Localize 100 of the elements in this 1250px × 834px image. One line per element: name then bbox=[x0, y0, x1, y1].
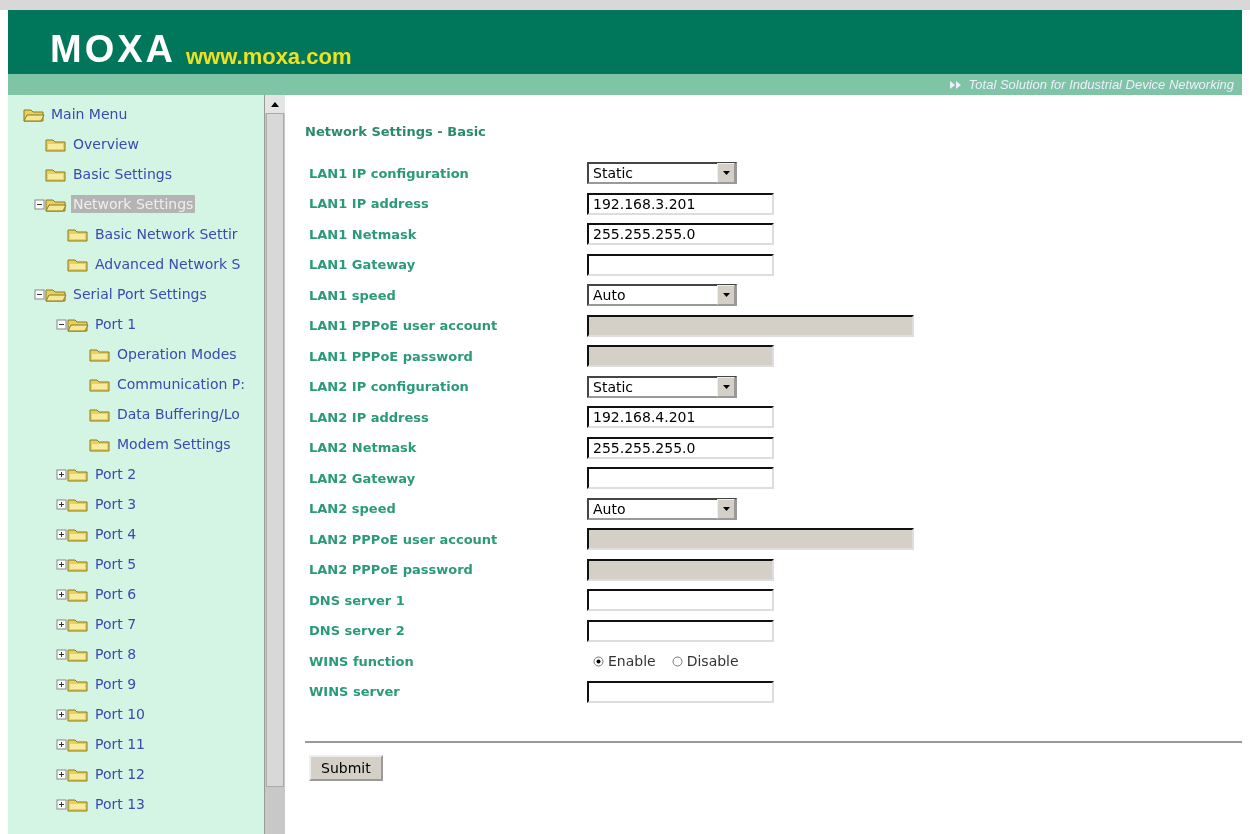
tree-item[interactable]: Main Menu bbox=[49, 105, 130, 123]
expand-icon[interactable] bbox=[56, 648, 67, 660]
open-folder-icon bbox=[67, 316, 89, 332]
dropdown[interactable]: Static bbox=[587, 162, 737, 185]
expand-icon[interactable] bbox=[56, 618, 67, 630]
folder-icon bbox=[67, 736, 89, 752]
tree-item[interactable]: Serial Port Settings bbox=[71, 285, 209, 303]
input-field[interactable]: 255.255.255.0 bbox=[587, 223, 774, 246]
field-label: LAN2 Netmask bbox=[308, 440, 418, 456]
tree-item[interactable]: Port 2 bbox=[93, 465, 139, 483]
expand-icon[interactable] bbox=[56, 738, 67, 750]
input-field[interactable] bbox=[587, 619, 774, 642]
tree-item[interactable]: Port 12 bbox=[93, 765, 148, 783]
scrollbar[interactable] bbox=[264, 95, 285, 834]
expand-icon[interactable] bbox=[56, 708, 67, 720]
dropdown-arrow-icon[interactable] bbox=[722, 293, 730, 298]
folder-icon bbox=[67, 676, 89, 692]
field-label: LAN1 IP address bbox=[308, 196, 430, 212]
tree-item[interactable]: Port 11 bbox=[93, 735, 148, 753]
folder-icon bbox=[67, 466, 89, 482]
folder-icon bbox=[67, 256, 89, 272]
tree-item[interactable]: Basic Settings bbox=[71, 165, 174, 183]
field-label: LAN2 IP configuration bbox=[308, 379, 470, 395]
open-folder-icon bbox=[45, 286, 67, 302]
input-field[interactable]: 255.255.255.0 bbox=[587, 436, 774, 459]
website-link[interactable]: www.moxa.com bbox=[186, 46, 352, 68]
input-field[interactable] bbox=[587, 253, 774, 276]
folder-icon bbox=[67, 796, 89, 812]
folder-icon bbox=[45, 136, 67, 152]
tree-item[interactable]: Communication P: bbox=[115, 375, 247, 393]
field-label: LAN1 IP configuration bbox=[308, 165, 470, 181]
field-label: LAN2 PPPoE user account bbox=[308, 531, 499, 547]
field-label: DNS server 2 bbox=[308, 623, 406, 639]
folder-icon bbox=[67, 646, 89, 662]
tree-item[interactable]: Port 7 bbox=[93, 615, 139, 633]
field-label: LAN1 Gateway bbox=[308, 257, 417, 273]
field-label: LAN1 speed bbox=[308, 287, 397, 303]
dropdown[interactable]: Auto bbox=[587, 497, 737, 520]
expand-icon[interactable] bbox=[56, 528, 67, 540]
dropdown-arrow-icon[interactable] bbox=[722, 384, 730, 389]
input-field[interactable]: 192.168.4.201 bbox=[587, 406, 774, 429]
tree-item[interactable]: Port 5 bbox=[93, 555, 139, 573]
tree-item[interactable]: Port 13 bbox=[93, 795, 148, 813]
dropdown[interactable]: Auto bbox=[587, 284, 737, 307]
expand-icon[interactable] bbox=[56, 588, 67, 600]
expand-icon[interactable] bbox=[56, 798, 67, 810]
collapse-icon[interactable] bbox=[56, 318, 67, 330]
folder-icon bbox=[89, 346, 111, 362]
dropdown-arrow-icon[interactable] bbox=[722, 171, 730, 176]
folder-icon bbox=[67, 706, 89, 722]
collapse-icon[interactable] bbox=[34, 288, 45, 300]
tree-item[interactable]: Port 9 bbox=[93, 675, 139, 693]
tree-item[interactable]: Port 1 bbox=[93, 315, 139, 333]
collapse-icon[interactable] bbox=[34, 198, 45, 210]
dropdown[interactable]: Static bbox=[587, 375, 737, 398]
input-field[interactable]: 192.168.3.201 bbox=[587, 192, 774, 215]
field-label: LAN2 Gateway bbox=[308, 470, 417, 486]
folder-icon bbox=[67, 586, 89, 602]
tree-item[interactable]: Port 3 bbox=[93, 495, 139, 513]
logo: MOXA bbox=[50, 30, 176, 68]
field-label: LAN2 PPPoE password bbox=[308, 562, 474, 578]
expand-icon[interactable] bbox=[56, 768, 67, 780]
field-label: WINS function bbox=[308, 653, 415, 669]
tree-item[interactable]: Basic Network Settir bbox=[93, 225, 240, 243]
expand-icon[interactable] bbox=[56, 498, 67, 510]
radio-option[interactable]: Enable bbox=[593, 653, 656, 670]
field-label: WINS server bbox=[308, 684, 401, 700]
tree-item[interactable]: Modem Settings bbox=[115, 435, 233, 453]
field-label: LAN1 PPPoE user account bbox=[308, 318, 499, 334]
submit-button[interactable]: Submit bbox=[309, 755, 383, 781]
radio-button[interactable] bbox=[593, 655, 604, 667]
expand-icon[interactable] bbox=[56, 558, 67, 570]
folder-icon bbox=[45, 166, 67, 182]
tree-item[interactable]: Port 10 bbox=[93, 705, 148, 723]
folder-icon bbox=[89, 436, 111, 452]
folder-icon bbox=[89, 406, 111, 422]
input-field[interactable] bbox=[587, 467, 774, 490]
field-label: LAN2 IP address bbox=[308, 409, 430, 425]
radio-option[interactable]: Disable bbox=[671, 653, 739, 670]
folder-icon bbox=[67, 766, 89, 782]
field-label: LAN1 PPPoE password bbox=[308, 348, 474, 364]
expand-icon[interactable] bbox=[56, 468, 67, 480]
tree-item[interactable]: Overview bbox=[71, 135, 141, 153]
dropdown-arrow-icon[interactable] bbox=[722, 506, 730, 511]
up-arrow-icon[interactable] bbox=[271, 101, 279, 107]
tree-item[interactable]: Advanced Network S bbox=[93, 255, 243, 273]
input-field[interactable] bbox=[587, 589, 774, 612]
folder-icon bbox=[67, 616, 89, 632]
page-title: Network Settings - Basic bbox=[305, 123, 487, 141]
tree-item[interactable]: Operation Modes bbox=[115, 345, 239, 363]
tree-item[interactable]: Data Buffering/Lo bbox=[115, 405, 242, 423]
tree-item[interactable]: Port 8 bbox=[93, 645, 139, 663]
folder-icon bbox=[89, 376, 111, 392]
field-label: LAN1 Netmask bbox=[308, 226, 418, 242]
field-label: DNS server 1 bbox=[308, 592, 406, 608]
tree-item[interactable]: Port 4 bbox=[93, 525, 139, 543]
expand-icon[interactable] bbox=[56, 678, 67, 690]
radio-button[interactable] bbox=[671, 655, 683, 667]
tree-item[interactable]: Port 6 bbox=[93, 585, 139, 603]
input-field[interactable] bbox=[587, 680, 774, 703]
